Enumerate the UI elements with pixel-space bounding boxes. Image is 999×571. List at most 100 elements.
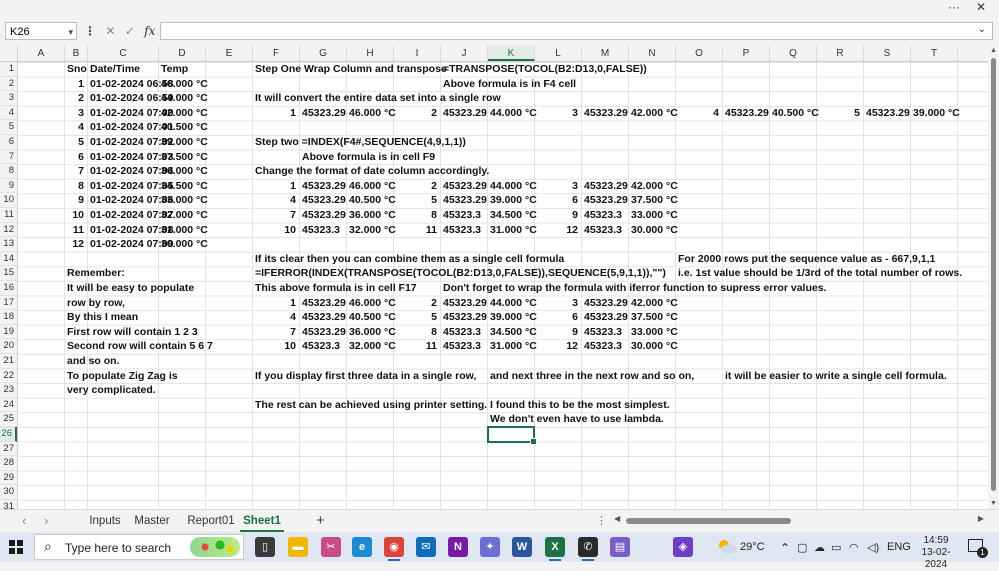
cell-l18[interactable]: 6: [535, 310, 578, 325]
row-header-5[interactable]: 5: [0, 120, 17, 135]
cell-g7[interactable]: Above formula is in cell F9: [302, 150, 435, 165]
cell-n11[interactable]: 33.000 °C: [631, 208, 678, 223]
taskbar-search-input[interactable]: ⌕ Type here to search: [34, 534, 244, 560]
row-header-20[interactable]: 20: [0, 339, 17, 354]
cell-m12[interactable]: 45323.3: [584, 223, 622, 238]
row-header-17[interactable]: 17: [0, 296, 17, 311]
sheet-tab-report01[interactable]: Report01: [182, 513, 240, 530]
cell-b19[interactable]: First row will contain 1 2 3: [67, 325, 198, 340]
formula-input[interactable]: ⌄: [160, 22, 993, 40]
cell-o15[interactable]: i.e. 1st value should be 1/3rd of the to…: [678, 266, 962, 281]
cell-f3[interactable]: It will convert the entire data set into…: [255, 91, 501, 106]
cell-j10[interactable]: 45323.29: [443, 193, 487, 208]
cell-o4[interactable]: 4: [676, 106, 719, 121]
cell-b11[interactable]: 10: [65, 208, 84, 223]
scroll-left-icon[interactable]: ◀: [614, 514, 620, 523]
row-header-6[interactable]: 6: [0, 135, 17, 150]
cell-f1[interactable]: Step One Wrap Column and transpose: [255, 62, 447, 77]
cell-b4[interactable]: 3: [65, 106, 84, 121]
cell-o14[interactable]: For 2000 rows put the sequence value as …: [678, 252, 935, 267]
column-header-h[interactable]: H: [347, 46, 394, 61]
vertical-scrollbar[interactable]: ▲ ▼: [988, 46, 999, 509]
cell-f20[interactable]: 10: [253, 339, 296, 354]
cell-b15[interactable]: Remember:: [67, 266, 125, 281]
expand-formula-icon[interactable]: ⌄: [978, 24, 986, 35]
row-header-23[interactable]: 23: [0, 383, 17, 398]
weather-icon[interactable]: [716, 538, 738, 557]
cell-d1[interactable]: Temp: [161, 62, 188, 77]
column-header-j[interactable]: J: [441, 46, 488, 61]
cell-k12[interactable]: 31.000 °C: [490, 223, 537, 238]
column-header-d[interactable]: D: [159, 46, 206, 61]
cell-k20[interactable]: 31.000 °C: [490, 339, 537, 354]
column-header-q[interactable]: Q: [770, 46, 817, 61]
chevron-up-icon[interactable]: ⌃: [780, 541, 790, 555]
row-header-21[interactable]: 21: [0, 354, 17, 369]
cell-i10[interactable]: 5: [394, 193, 437, 208]
cell-i17[interactable]: 2: [394, 296, 437, 311]
cell-g11[interactable]: 45323.29: [302, 208, 346, 223]
cell-j2[interactable]: Above formula is in F4 cell: [443, 77, 576, 92]
file-explorer-icon[interactable]: ▬: [288, 537, 308, 557]
cell-l19[interactable]: 9: [535, 325, 578, 340]
cell-d13[interactable]: 30.000 °C: [161, 237, 208, 252]
cell-m19[interactable]: 45323.3: [584, 325, 622, 340]
row-header-31[interactable]: 31: [0, 500, 17, 509]
sheet-tab-sheet1[interactable]: Sheet1: [240, 513, 284, 532]
cell-d5[interactable]: 40.500 °C: [161, 120, 208, 135]
row-header-14[interactable]: 14: [0, 252, 17, 267]
add-sheet-button[interactable]: +: [316, 512, 325, 529]
cell-i20[interactable]: 11: [394, 339, 437, 354]
cell-i11[interactable]: 8: [394, 208, 437, 223]
column-header-i[interactable]: I: [394, 46, 441, 61]
chevron-down-icon[interactable]: ▾: [68, 23, 73, 41]
cell-f4[interactable]: 1: [253, 106, 296, 121]
enter-icon[interactable]: ✓: [125, 22, 135, 40]
tab-splitter-icon[interactable]: ⋮: [596, 514, 607, 527]
cell-n19[interactable]: 33.000 °C: [631, 325, 678, 340]
word-icon[interactable]: W: [512, 537, 532, 557]
cell-b6[interactable]: 5: [65, 135, 84, 150]
row-header-3[interactable]: 3: [0, 91, 17, 106]
cell-j4[interactable]: 45323.29: [443, 106, 487, 121]
row-header-7[interactable]: 7: [0, 150, 17, 165]
cell-f19[interactable]: 7: [253, 325, 296, 340]
column-header-s[interactable]: S: [864, 46, 911, 61]
horizontal-scrollbar[interactable]: ◀ ▶: [614, 514, 984, 525]
cell-k11[interactable]: 34.500 °C: [490, 208, 537, 223]
cell-b9[interactable]: 8: [65, 179, 84, 194]
scroll-up-icon[interactable]: ▲: [990, 47, 997, 54]
cell-h19[interactable]: 36.000 °C: [349, 325, 396, 340]
cell-k18[interactable]: 39.000 °C: [490, 310, 537, 325]
cell-f12[interactable]: 10: [253, 223, 296, 238]
select-all-corner[interactable]: [0, 46, 18, 61]
cell-d2[interactable]: 46.000 °C: [161, 77, 208, 92]
cell-h18[interactable]: 40.500 °C: [349, 310, 396, 325]
row-header-8[interactable]: 8: [0, 164, 17, 179]
cell-g18[interactable]: 45323.29: [302, 310, 346, 325]
cell-f18[interactable]: 4: [253, 310, 296, 325]
selected-cell[interactable]: [487, 426, 537, 445]
cell-j19[interactable]: 45323.3: [443, 325, 481, 340]
notification-icon[interactable]: 1: [968, 539, 988, 558]
cell-m18[interactable]: 45323.29: [584, 310, 628, 325]
cell-i18[interactable]: 5: [394, 310, 437, 325]
cell-n20[interactable]: 30.000 °C: [631, 339, 678, 354]
cell-p22[interactable]: it will be easier to write a single cell…: [725, 369, 947, 384]
cell-k22[interactable]: and next three in the next row and so on…: [490, 369, 694, 384]
cell-b13[interactable]: 12: [65, 237, 84, 252]
row-header-25[interactable]: 25: [0, 412, 17, 427]
cell-n4[interactable]: 42.000 °C: [631, 106, 678, 121]
row-header-13[interactable]: 13: [0, 237, 17, 252]
horizontal-scroll-thumb[interactable]: [626, 518, 791, 524]
cell-h4[interactable]: 46.000 °C: [349, 106, 396, 121]
volume-icon[interactable]: ◁): [867, 541, 879, 554]
cell-j12[interactable]: 45323.3: [443, 223, 481, 238]
copilot-icon[interactable]: ✦: [480, 537, 500, 557]
cell-f8[interactable]: Change the format of date column accordi…: [255, 164, 489, 179]
cell-b23[interactable]: very complicated.: [67, 383, 156, 398]
cell-f10[interactable]: 4: [253, 193, 296, 208]
cell-l20[interactable]: 12: [535, 339, 578, 354]
cell-n12[interactable]: 30.000 °C: [631, 223, 678, 238]
windows-start-icon[interactable]: [9, 540, 23, 554]
